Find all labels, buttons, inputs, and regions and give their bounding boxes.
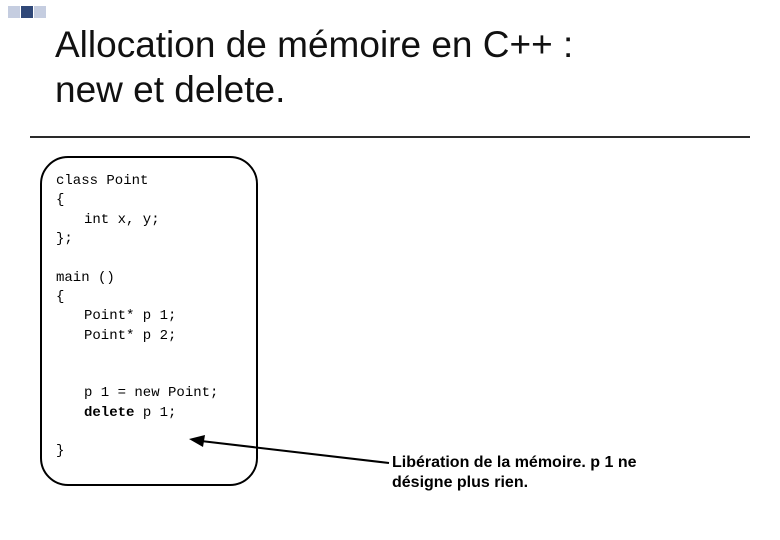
code-l9: p 1 = new Point; bbox=[56, 384, 242, 403]
code-block: class Point { int x, y;}; main () { Poin… bbox=[40, 156, 258, 486]
title-underline bbox=[30, 136, 750, 138]
code-delete-keyword: delete bbox=[84, 405, 134, 421]
code-l10: delete p 1; bbox=[56, 404, 242, 423]
code-l6: { bbox=[56, 289, 64, 305]
code-l10-rest: p 1; bbox=[134, 405, 176, 421]
title-line-2: new et delete. bbox=[55, 69, 285, 110]
caption-line-1: Libération de la mémoire. p 1 ne bbox=[392, 454, 637, 471]
annotation-caption: Libération de la mémoire. p 1 ne désigne… bbox=[392, 453, 712, 493]
code-l2: { bbox=[56, 192, 64, 208]
code-l8: Point* p 2; bbox=[56, 327, 242, 346]
code-l7: Point* p 1; bbox=[56, 307, 242, 326]
slide-title: Allocation de mémoire en C++ : new et de… bbox=[55, 22, 573, 112]
code-l11: } bbox=[56, 443, 64, 459]
corner-decoration-row2 bbox=[8, 19, 33, 31]
code-l3: int x, y; bbox=[56, 211, 242, 230]
title-line-1: Allocation de mémoire en C++ : bbox=[55, 24, 573, 65]
code-l4: }; bbox=[56, 231, 73, 247]
code-l1: class Point bbox=[56, 173, 148, 189]
corner-decoration bbox=[8, 6, 46, 18]
caption-line-2: désigne plus rien. bbox=[392, 474, 528, 491]
code-l5: main () bbox=[56, 270, 115, 286]
